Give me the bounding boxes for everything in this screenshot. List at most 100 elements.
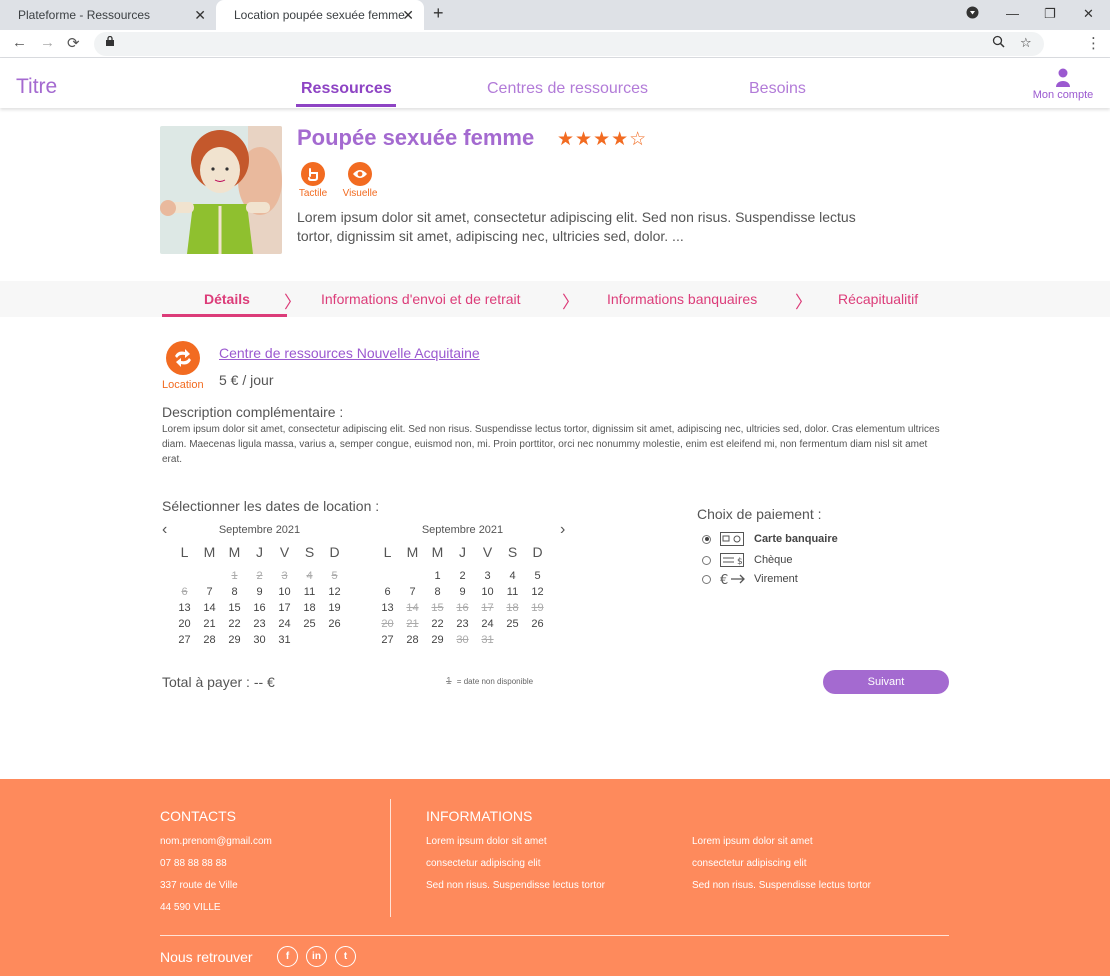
calendar-day[interactable]: 22	[222, 616, 247, 632]
back-icon[interactable]: ←	[12, 34, 27, 51]
calendar-day[interactable]: 2	[450, 568, 475, 584]
weekday-label: V	[279, 544, 290, 560]
calendar-day[interactable]: 8	[425, 584, 450, 600]
minimize-icon[interactable]: —	[1006, 6, 1019, 21]
calendar-day[interactable]: 7	[197, 584, 222, 600]
calendar-day[interactable]: 29	[222, 632, 247, 648]
twitter-icon[interactable]: t	[335, 946, 356, 967]
calendar-day[interactable]: 27	[172, 632, 197, 648]
calendar-day[interactable]: 26	[322, 616, 347, 632]
calendar-day[interactable]: 28	[400, 632, 425, 648]
calendar-day[interactable]: 11	[297, 584, 322, 600]
address-input[interactable]: ☆	[94, 32, 1044, 56]
window-close-icon[interactable]: ✕	[1083, 6, 1094, 22]
calendar-day[interactable]: 10	[272, 584, 297, 600]
radio-unselected[interactable]	[702, 555, 711, 565]
calendar-day[interactable]: 9	[247, 584, 272, 600]
calendar-day[interactable]: 7	[400, 584, 425, 600]
close-tab-icon[interactable]: ✕	[402, 7, 414, 24]
calendar-day[interactable]: 10	[475, 584, 500, 600]
calendar-day[interactable]: 27	[375, 632, 400, 648]
info-line: consectetur adipiscing elit	[692, 858, 807, 869]
calendar-day[interactable]: 5	[525, 568, 550, 584]
calendar-day[interactable]: 31	[272, 632, 297, 648]
calendar-day[interactable]: 8	[222, 584, 247, 600]
step-banquaires[interactable]: Informations banquaires	[607, 291, 757, 307]
browser-tab-ressources[interactable]: Plateforme - Ressources ✕	[0, 0, 216, 30]
radio-selected[interactable]	[702, 534, 711, 544]
calendar-day[interactable]: 29	[425, 632, 450, 648]
calendar-day[interactable]: 28	[197, 632, 222, 648]
calendar-day[interactable]: 6	[375, 584, 400, 600]
nav-centres-de-ressources[interactable]: Centres de ressources	[487, 80, 648, 98]
calendar-day[interactable]: 23	[247, 616, 272, 632]
reload-icon[interactable]: ⟳	[67, 34, 80, 52]
linkedin-icon[interactable]: in	[306, 946, 327, 967]
close-tab-icon[interactable]: ✕	[194, 7, 206, 24]
svg-text:€: €	[720, 573, 728, 586]
calendar-day[interactable]: 3	[475, 568, 500, 584]
next-button[interactable]: Suivant	[823, 670, 949, 694]
calendar-day[interactable]: 26	[525, 616, 550, 632]
calendar-day[interactable]: 11	[500, 584, 525, 600]
calendar-day[interactable]: 14	[197, 600, 222, 616]
calendar-day[interactable]: 22	[425, 616, 450, 632]
calendar-day[interactable]: 24	[475, 616, 500, 632]
calendar-day[interactable]: 4	[500, 568, 525, 584]
browser-tab-location[interactable]: Location poupée sexuée femme ✕	[216, 0, 424, 30]
footer-divider	[390, 799, 391, 917]
brand-title[interactable]: Titre	[16, 75, 57, 99]
calendar-day[interactable]: 30	[247, 632, 272, 648]
checkout-steps: Détails 〉 Informations d'envoi et de ret…	[0, 281, 1110, 317]
browser-tab-label: Plateforme - Ressources	[18, 8, 151, 22]
calendar-day[interactable]: 12	[525, 584, 550, 600]
calendar-day[interactable]: 19	[322, 600, 347, 616]
calendar-day[interactable]: 18	[297, 600, 322, 616]
calendar-day[interactable]: 24	[272, 616, 297, 632]
payment-option-cheque[interactable]: $ Chèque	[702, 553, 793, 567]
weekday-label: J	[256, 544, 263, 560]
zoom-icon[interactable]	[992, 35, 1005, 51]
extra-description-text: Lorem ipsum dolor sit amet, consectetur …	[162, 424, 940, 465]
address-bar-row: ← → ⟳ ☆ ⋮	[0, 30, 1110, 58]
payment-option-virement[interactable]: € Virement	[702, 572, 798, 586]
menu-kebab-icon[interactable]: ⋮	[1086, 34, 1101, 52]
calendar-day[interactable]: 15	[222, 600, 247, 616]
calendar-day[interactable]: 12	[322, 584, 347, 600]
restore-icon[interactable]: ❐	[1044, 6, 1056, 22]
calendar-day[interactable]: 9	[450, 584, 475, 600]
calendar-day[interactable]: 21	[197, 616, 222, 632]
nav-besoins[interactable]: Besoins	[749, 80, 806, 98]
calendar-day[interactable]: 23	[450, 616, 475, 632]
weekday-label: L	[383, 544, 392, 560]
calendar-day: 16	[456, 602, 469, 614]
calendar-empty-cell	[525, 632, 550, 648]
new-tab-button[interactable]: +	[433, 3, 444, 24]
calendar-prev-button[interactable]: ‹	[162, 521, 167, 539]
app-header: Titre Ressources Centres de ressources B…	[0, 58, 1110, 108]
calendar-day[interactable]: 1	[425, 568, 450, 584]
centre-link[interactable]: Centre de ressources Nouvelle Acquitaine	[219, 345, 480, 361]
step-recapitulatif[interactable]: Récapitualitif	[838, 291, 918, 307]
calendar-day[interactable]: 17	[272, 600, 297, 616]
contact-city: 44 590 VILLE	[160, 902, 221, 913]
calendar-day[interactable]: 20	[172, 616, 197, 632]
radio-unselected[interactable]	[702, 574, 711, 584]
calendar-day[interactable]: 16	[247, 600, 272, 616]
calendar-day[interactable]: 25	[500, 616, 525, 632]
calendar-day[interactable]: 13	[375, 600, 400, 616]
bookmark-star-icon[interactable]: ☆	[1020, 35, 1032, 51]
step-details[interactable]: Détails	[204, 291, 250, 307]
facebook-icon[interactable]: f	[277, 946, 298, 967]
contact-email[interactable]: nom.prenom@gmail.com	[160, 836, 272, 847]
forward-icon[interactable]: →	[40, 34, 55, 51]
calendar-next-button[interactable]: ›	[560, 521, 565, 539]
info-line: Sed non risus. Suspendisse lectus tortor	[426, 880, 605, 891]
payment-option-carte[interactable]: Carte banquaire	[702, 532, 838, 546]
calendar-day[interactable]: 13	[172, 600, 197, 616]
profile-icon[interactable]	[966, 6, 979, 22]
step-envoi-retrait[interactable]: Informations d'envoi et de retrait	[321, 291, 521, 307]
account-button[interactable]: Mon compte	[1028, 68, 1098, 101]
calendar-day[interactable]: 25	[297, 616, 322, 632]
nav-ressources[interactable]: Ressources	[301, 80, 392, 98]
